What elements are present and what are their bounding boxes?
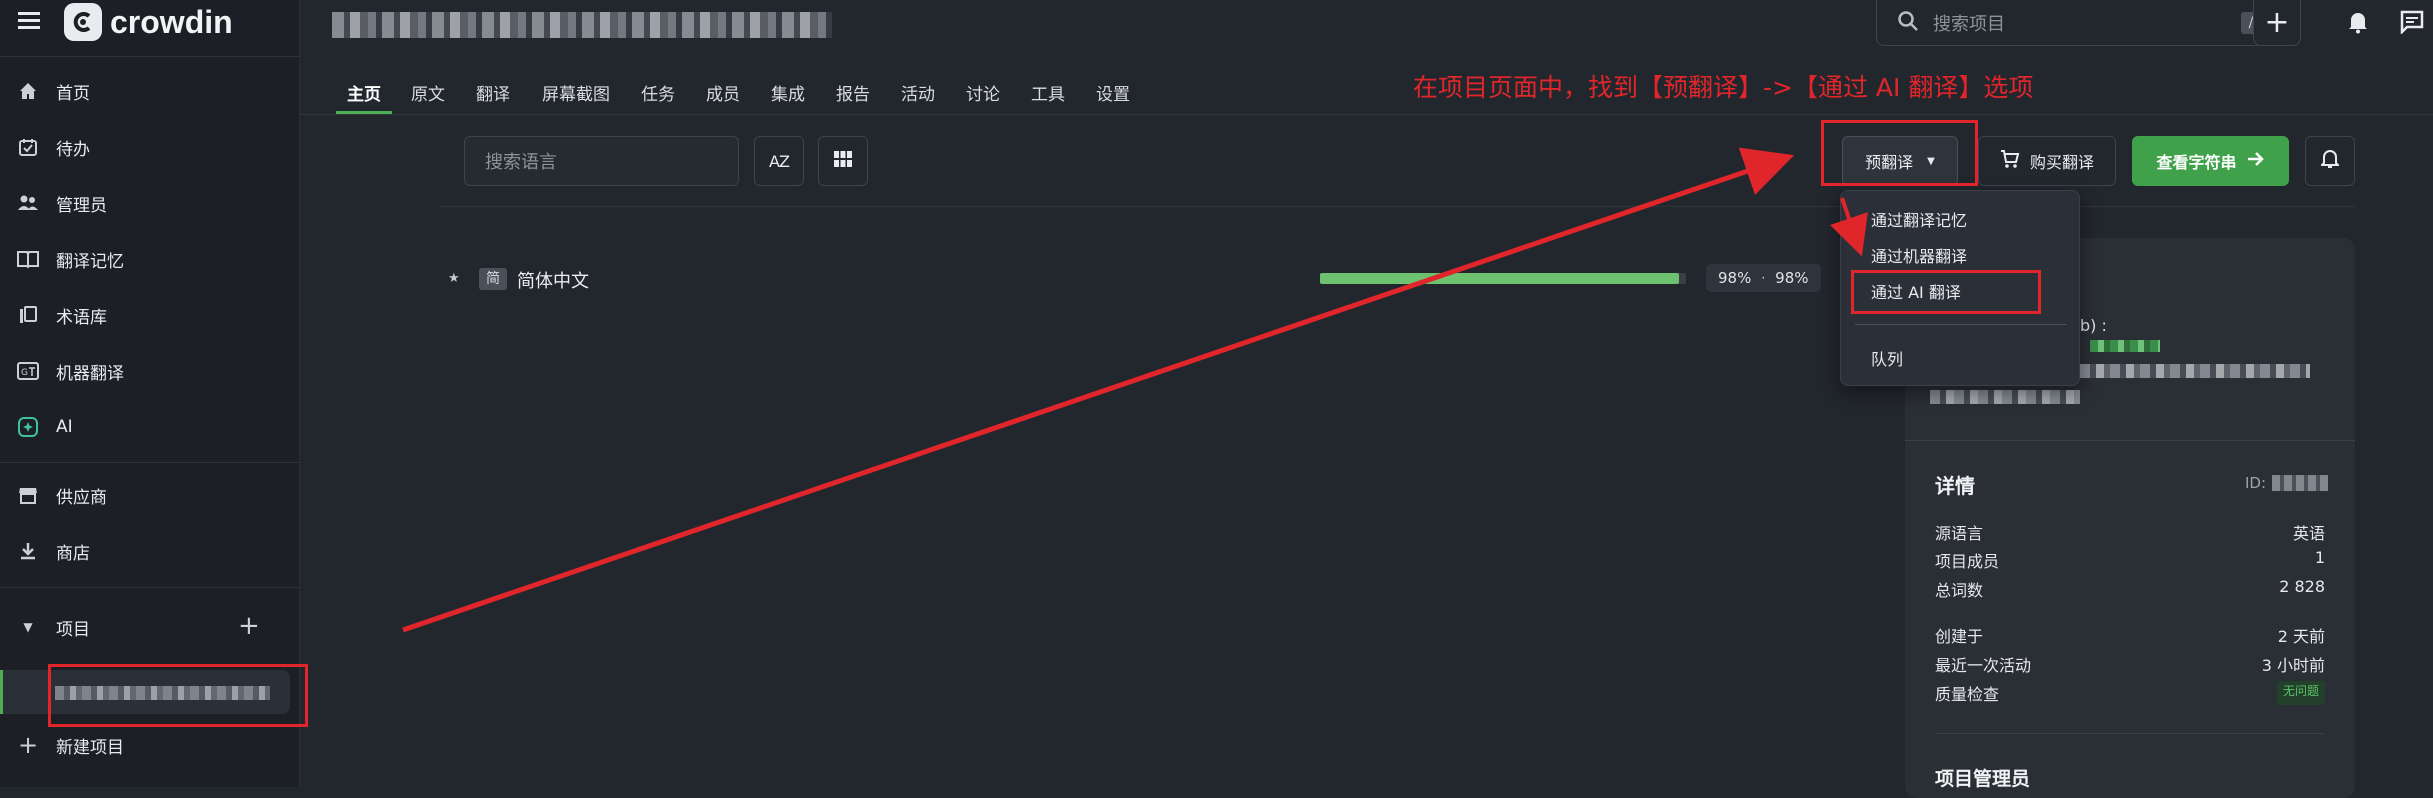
annotation-arrow-main: [402, 147, 1795, 633]
annotation-arrows: [402, 147, 1868, 633]
annotation-arrow-dropdown: [1830, 197, 1868, 257]
